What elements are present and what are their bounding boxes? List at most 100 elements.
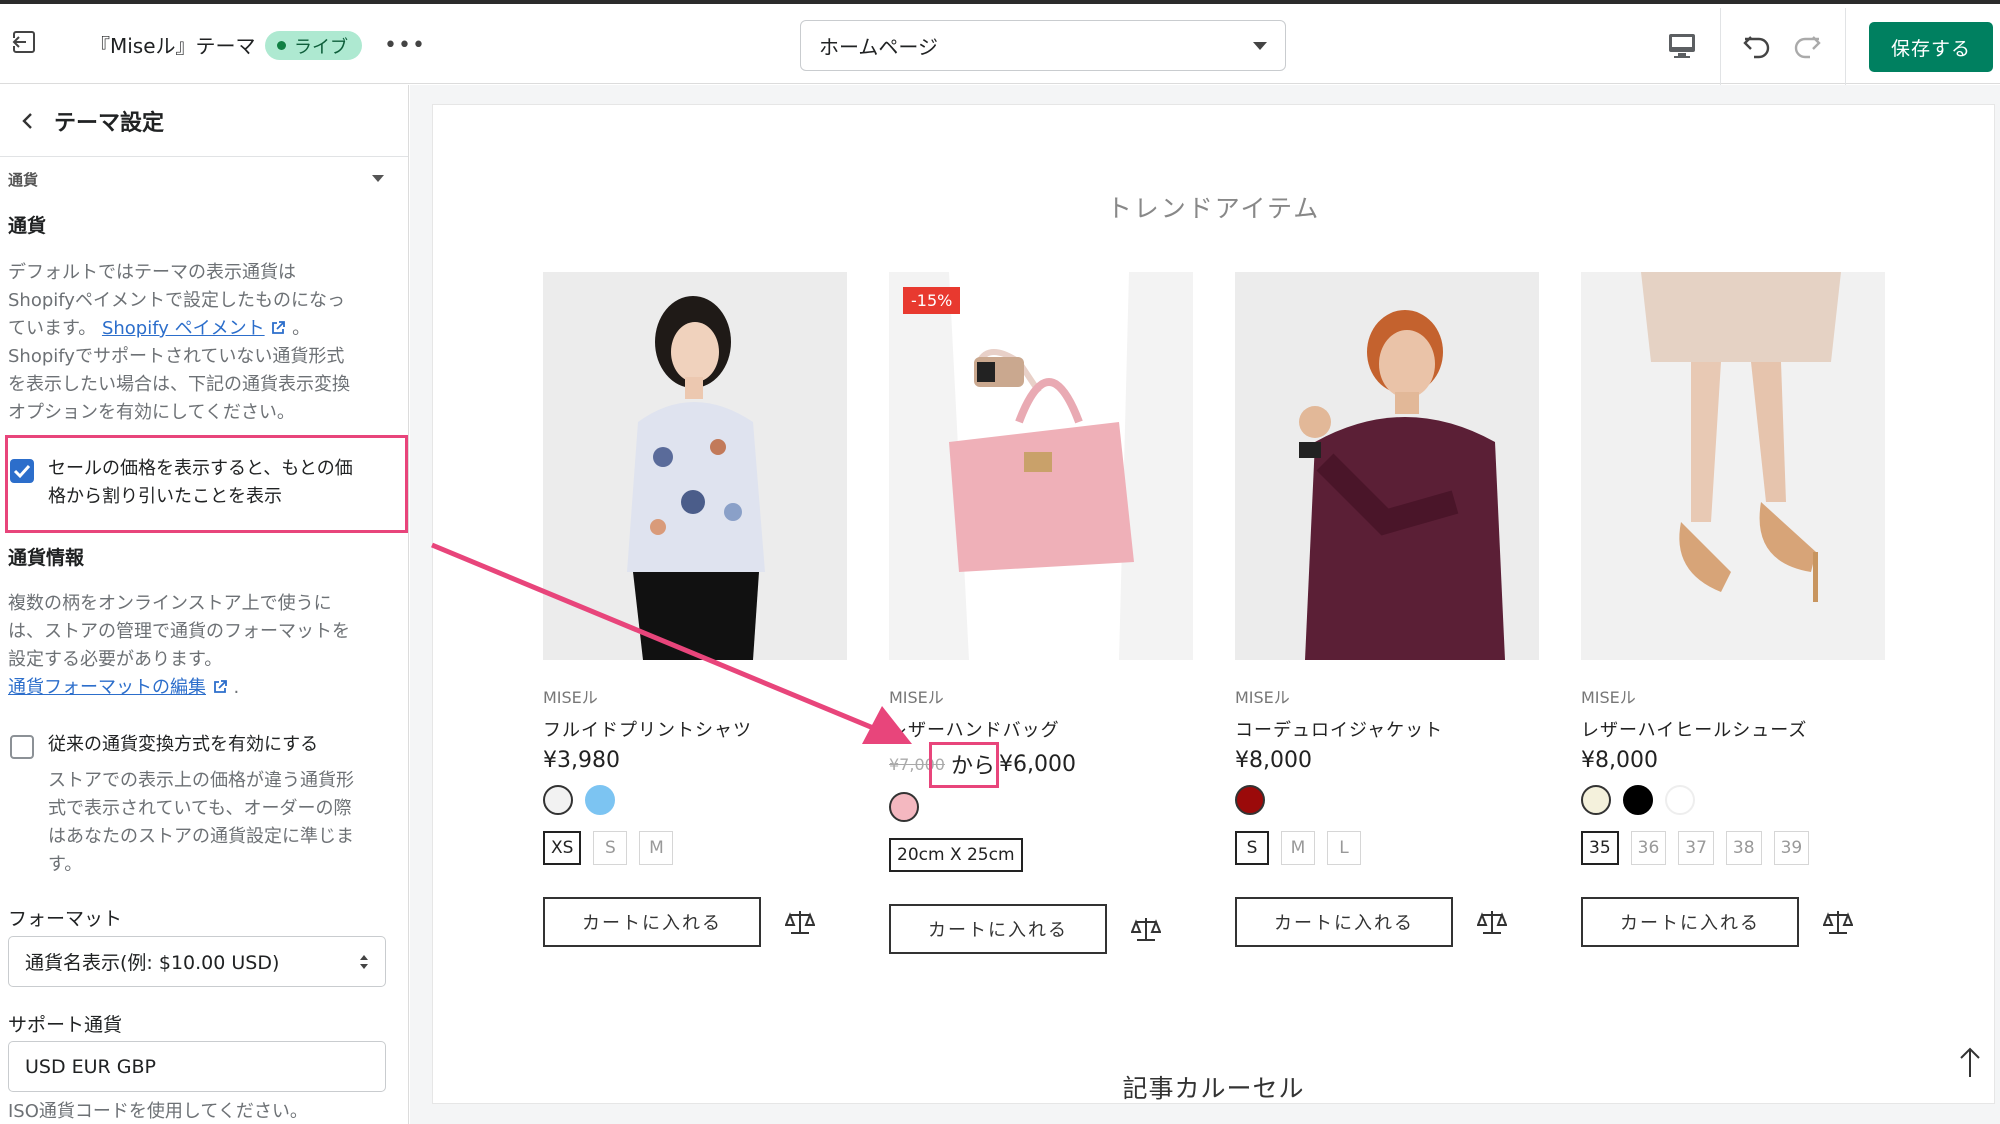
label-line: セールの価格を表示すると、もとの価 (48, 458, 353, 479)
chevron-left-icon (22, 112, 32, 129)
size-options: 20cm X 25cm (889, 838, 1193, 872)
format-select[interactable]: 通貨名表示(例: $10.00 USD) (8, 936, 386, 987)
size-option[interactable]: 38 (1725, 831, 1762, 865)
cart-row: カートに入れる (543, 897, 847, 947)
product-image[interactable] (543, 272, 847, 660)
desktop-view-button[interactable] (1662, 26, 1702, 66)
color-swatches (889, 792, 1193, 824)
trending-section-title: トレンドアイテム (1106, 194, 1321, 223)
size-option[interactable]: 20cm X 25cm (889, 838, 1023, 872)
label-line: 格から割り引いたことを表示 (48, 486, 282, 507)
add-to-cart-button[interactable]: カートに入れる (889, 904, 1107, 954)
size-option[interactable]: L (1327, 831, 1361, 865)
product-card[interactable]: MISEル フルイドプリントシャツ ¥3,980 XS S M カートに入れる (543, 272, 847, 947)
model-heels-image (1581, 272, 1885, 660)
page-select[interactable]: ホームページ (800, 20, 1286, 71)
desc-line: オプションを有効にしてください。 (8, 402, 295, 423)
product-name[interactable]: フルイドプリントシャツ (543, 716, 847, 742)
desc-line: デフォルトではテーマの表示通貨は (8, 262, 296, 283)
color-swatch[interactable] (585, 785, 615, 815)
redo-icon (1794, 36, 1821, 59)
size-option[interactable]: S (1235, 831, 1269, 865)
price-value: ¥8,000 (1581, 748, 1658, 773)
size-option[interactable]: S (593, 831, 628, 865)
store-preview: トレンドアイテム MISEル フルイドプリントシャツ ¥3,980 XS S M… (432, 104, 1995, 1104)
edit-currency-format-link[interactable]: 通貨フォーマットの編集 (8, 677, 206, 698)
product-brand: MISEル (1581, 688, 1636, 707)
scroll-to-top-icon[interactable] (1955, 1045, 1985, 1079)
shopify-payments-link[interactable]: Shopify ペイメント (102, 318, 265, 339)
product-name[interactable]: コーデュロイジャケット (1235, 716, 1539, 742)
product-brand: MISEル (1235, 688, 1290, 707)
compare-scale-icon[interactable] (1823, 907, 1853, 937)
cart-row: カートに入れる (1235, 897, 1539, 947)
sale-price-checkbox-label: セールの価格を表示すると、もとの価 格から割り引いたことを表示 (48, 455, 388, 511)
external-link-icon (272, 321, 286, 334)
desc-line: ています。 Shopify ペイメント 。 (8, 315, 396, 343)
color-swatch[interactable] (1581, 785, 1611, 815)
size-option[interactable]: 35 (1581, 831, 1619, 865)
legacy-conversion-checkbox[interactable] (10, 735, 34, 759)
product-card[interactable]: -15% MISEル レザーハンドバッグ ¥7,000 から ¥6,000 20… (889, 272, 1193, 954)
size-option[interactable]: M (639, 831, 674, 865)
desc-text: 。 (292, 318, 311, 339)
desc-line: す。 (48, 854, 83, 875)
supported-currencies-value: USD EUR GBP (25, 1055, 157, 1078)
desc-line: Shopifyペイメントで設定したものになっ (8, 290, 345, 311)
supported-currencies-input[interactable]: USD EUR GBP (8, 1041, 386, 1092)
size-option[interactable]: XS (543, 831, 582, 865)
compare-scale-icon[interactable] (785, 907, 815, 937)
topbar-divider (1720, 8, 1721, 88)
color-swatch[interactable] (1665, 785, 1695, 815)
size-option[interactable]: 37 (1678, 831, 1714, 865)
undo-button[interactable] (1737, 26, 1777, 66)
product-name[interactable]: レザーハイヒールシューズ (1581, 716, 1885, 742)
sale-badge: -15% (903, 287, 961, 314)
exit-editor-button[interactable] (6, 24, 42, 60)
product-card[interactable]: MISEル コーデュロイジャケット ¥8,000 S M L カートに入れる (1235, 272, 1539, 947)
color-swatch[interactable] (1623, 785, 1653, 815)
live-status-badge: ライブ (265, 31, 362, 60)
currency-heading: 通貨 (8, 215, 47, 237)
product-image[interactable] (1581, 272, 1885, 660)
color-swatch[interactable] (889, 792, 919, 822)
theme-settings-sidebar: テーマ設定 通貨 通貨 デフォルトではテーマの表示通貨は Shopifyペイメン… (0, 85, 409, 1124)
size-option[interactable]: 36 (1630, 831, 1667, 865)
article-carousel-title: 記事カルーセル (1122, 1074, 1305, 1103)
undo-icon (1743, 36, 1770, 59)
more-actions-button[interactable]: ••• (384, 28, 425, 62)
add-to-cart-button[interactable]: カートに入れる (543, 897, 761, 947)
sidebar-title: テーマ設定 (54, 110, 165, 136)
add-to-cart-button[interactable]: カートに入れる (1581, 897, 1799, 947)
currency-description: デフォルトではテーマの表示通貨は Shopifyペイメントで設定したものになっ … (8, 259, 396, 427)
product-image[interactable]: -15% (889, 272, 1193, 660)
color-swatch[interactable] (543, 785, 573, 815)
redo-button[interactable] (1787, 26, 1827, 66)
model-shirt-image (627, 296, 765, 660)
product-card[interactable]: MISEル レザーハイヒールシューズ ¥8,000 35 36 37 38 39… (1581, 272, 1885, 947)
size-option[interactable]: M (1281, 831, 1315, 865)
desc-line: 設定する必要があります。 (8, 649, 223, 670)
compare-scale-icon[interactable] (1477, 907, 1507, 937)
size-option[interactable]: 39 (1773, 831, 1810, 865)
iso-help-text: ISO通貨コードを使用してください。 (8, 1101, 308, 1122)
product-image[interactable] (1235, 272, 1539, 660)
product-price: ¥3,980 (543, 748, 847, 773)
compare-scale-icon[interactable] (1131, 914, 1161, 944)
checkmark-icon (13, 464, 31, 479)
desc-text: ています。 (8, 318, 97, 339)
product-name[interactable]: レザーハンドバッグ (889, 716, 1193, 742)
legacy-conversion-description: ストアでの表示上の価格が違う通貨形 式で表示されていても、オーダーの際 はあなた… (48, 767, 388, 879)
chevron-down-icon (1253, 42, 1267, 50)
live-label: ライブ (294, 36, 348, 58)
color-swatches (1581, 785, 1885, 817)
size-options: XS S M (543, 831, 847, 865)
currency-section-toggle[interactable]: 通貨 (8, 169, 388, 197)
price-value: ¥8,000 (1235, 748, 1312, 773)
back-button[interactable] (6, 99, 50, 143)
color-swatch[interactable] (1235, 785, 1265, 815)
sale-price-checkbox[interactable] (10, 459, 34, 483)
desktop-icon (1669, 34, 1695, 58)
save-button[interactable]: 保存する (1869, 22, 1993, 72)
add-to-cart-button[interactable]: カートに入れる (1235, 897, 1453, 947)
